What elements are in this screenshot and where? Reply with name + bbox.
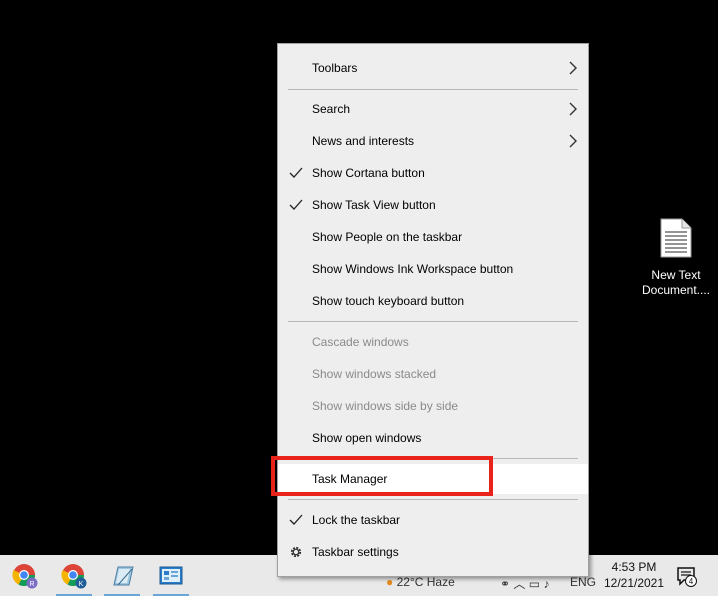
menu-item-news-and-interests[interactable]: News and interests	[278, 126, 588, 156]
weather-text: 22°C Haze	[396, 575, 455, 589]
menu-item-show-people[interactable]: Show People on the taskbar	[278, 222, 588, 252]
language-indicator[interactable]: ENG	[570, 575, 596, 589]
notepad-icon	[113, 566, 134, 585]
network-icon: ▭	[528, 577, 541, 591]
menu-item-lock-the-taskbar[interactable]: Lock the taskbar	[278, 505, 588, 535]
menu-item-show-task-view-button[interactable]: Show Task View button	[278, 190, 588, 220]
control-panel-icon	[159, 566, 183, 584]
taskbar-context-menu: Toolbars Search News and interests Show …	[277, 43, 589, 577]
menu-item-show-windows-side-by-side: Show windows side by side	[312, 399, 459, 413]
checkmark-icon	[289, 167, 303, 178]
desktop-icon-label: New Text Document....	[641, 268, 711, 297]
desktop-icon-new-text-document[interactable]: New Text Document....	[638, 218, 714, 298]
clock-time: 4:53 PM	[611, 560, 657, 574]
menu-item-taskbar-settings[interactable]: Taskbar settings	[278, 537, 588, 567]
chevron-right-icon	[569, 134, 577, 148]
text-document-icon	[660, 218, 692, 258]
notification-center-button[interactable]: 4	[676, 565, 698, 587]
taskbar-app-control-panel[interactable]	[151, 555, 191, 596]
notification-icon: 4	[677, 567, 697, 587]
weather-widget[interactable]: ● 22°C Haze	[386, 575, 455, 589]
menu-item-show-windows-stacked: Show windows stacked	[312, 367, 437, 381]
menu-item-search[interactable]: Search	[278, 94, 588, 124]
chevron-right-icon	[569, 102, 577, 116]
clock[interactable]: 4:53 PM 12/21/2021	[598, 559, 670, 591]
taskbar-app-notepad[interactable]	[102, 555, 142, 596]
chrome-icon: R	[12, 563, 38, 588]
people-icon: ⚭	[500, 577, 511, 591]
clock-date: 12/21/2021	[603, 576, 665, 590]
menu-separator	[288, 499, 578, 500]
menu-item-show-open-windows[interactable]: Show open windows	[278, 423, 588, 453]
menu-item-toolbars[interactable]: Toolbars	[278, 53, 588, 83]
chevron-up-icon: ︿	[513, 577, 526, 591]
taskbar-app-chrome-k[interactable]: K	[54, 555, 94, 596]
svg-text:4: 4	[689, 577, 694, 586]
menu-item-show-windows-ink[interactable]: Show Windows Ink Workspace button	[278, 254, 588, 284]
gear-icon	[290, 546, 302, 558]
chrome-icon: K	[61, 563, 87, 588]
tray-icons[interactable]: ⚭ ︿ ▭ ♪	[500, 575, 549, 592]
menu-separator	[288, 321, 578, 322]
weather-icon: ●	[386, 575, 394, 589]
taskbar-app-chrome-r[interactable]: R	[5, 555, 45, 596]
menu-item-show-cortana-button[interactable]: Show Cortana button	[278, 158, 588, 188]
chevron-right-icon	[569, 61, 577, 75]
checkmark-icon	[289, 199, 303, 210]
volume-icon: ♪	[543, 577, 550, 591]
menu-separator	[288, 89, 578, 90]
checkmark-icon	[289, 514, 303, 525]
svg-text:K: K	[79, 581, 84, 588]
svg-text:R: R	[29, 581, 34, 588]
menu-item-cascade-windows: Cascade windows	[312, 335, 409, 349]
task-manager-highlight-box	[271, 456, 493, 496]
menu-item-show-touch-keyboard[interactable]: Show touch keyboard button	[278, 286, 588, 316]
